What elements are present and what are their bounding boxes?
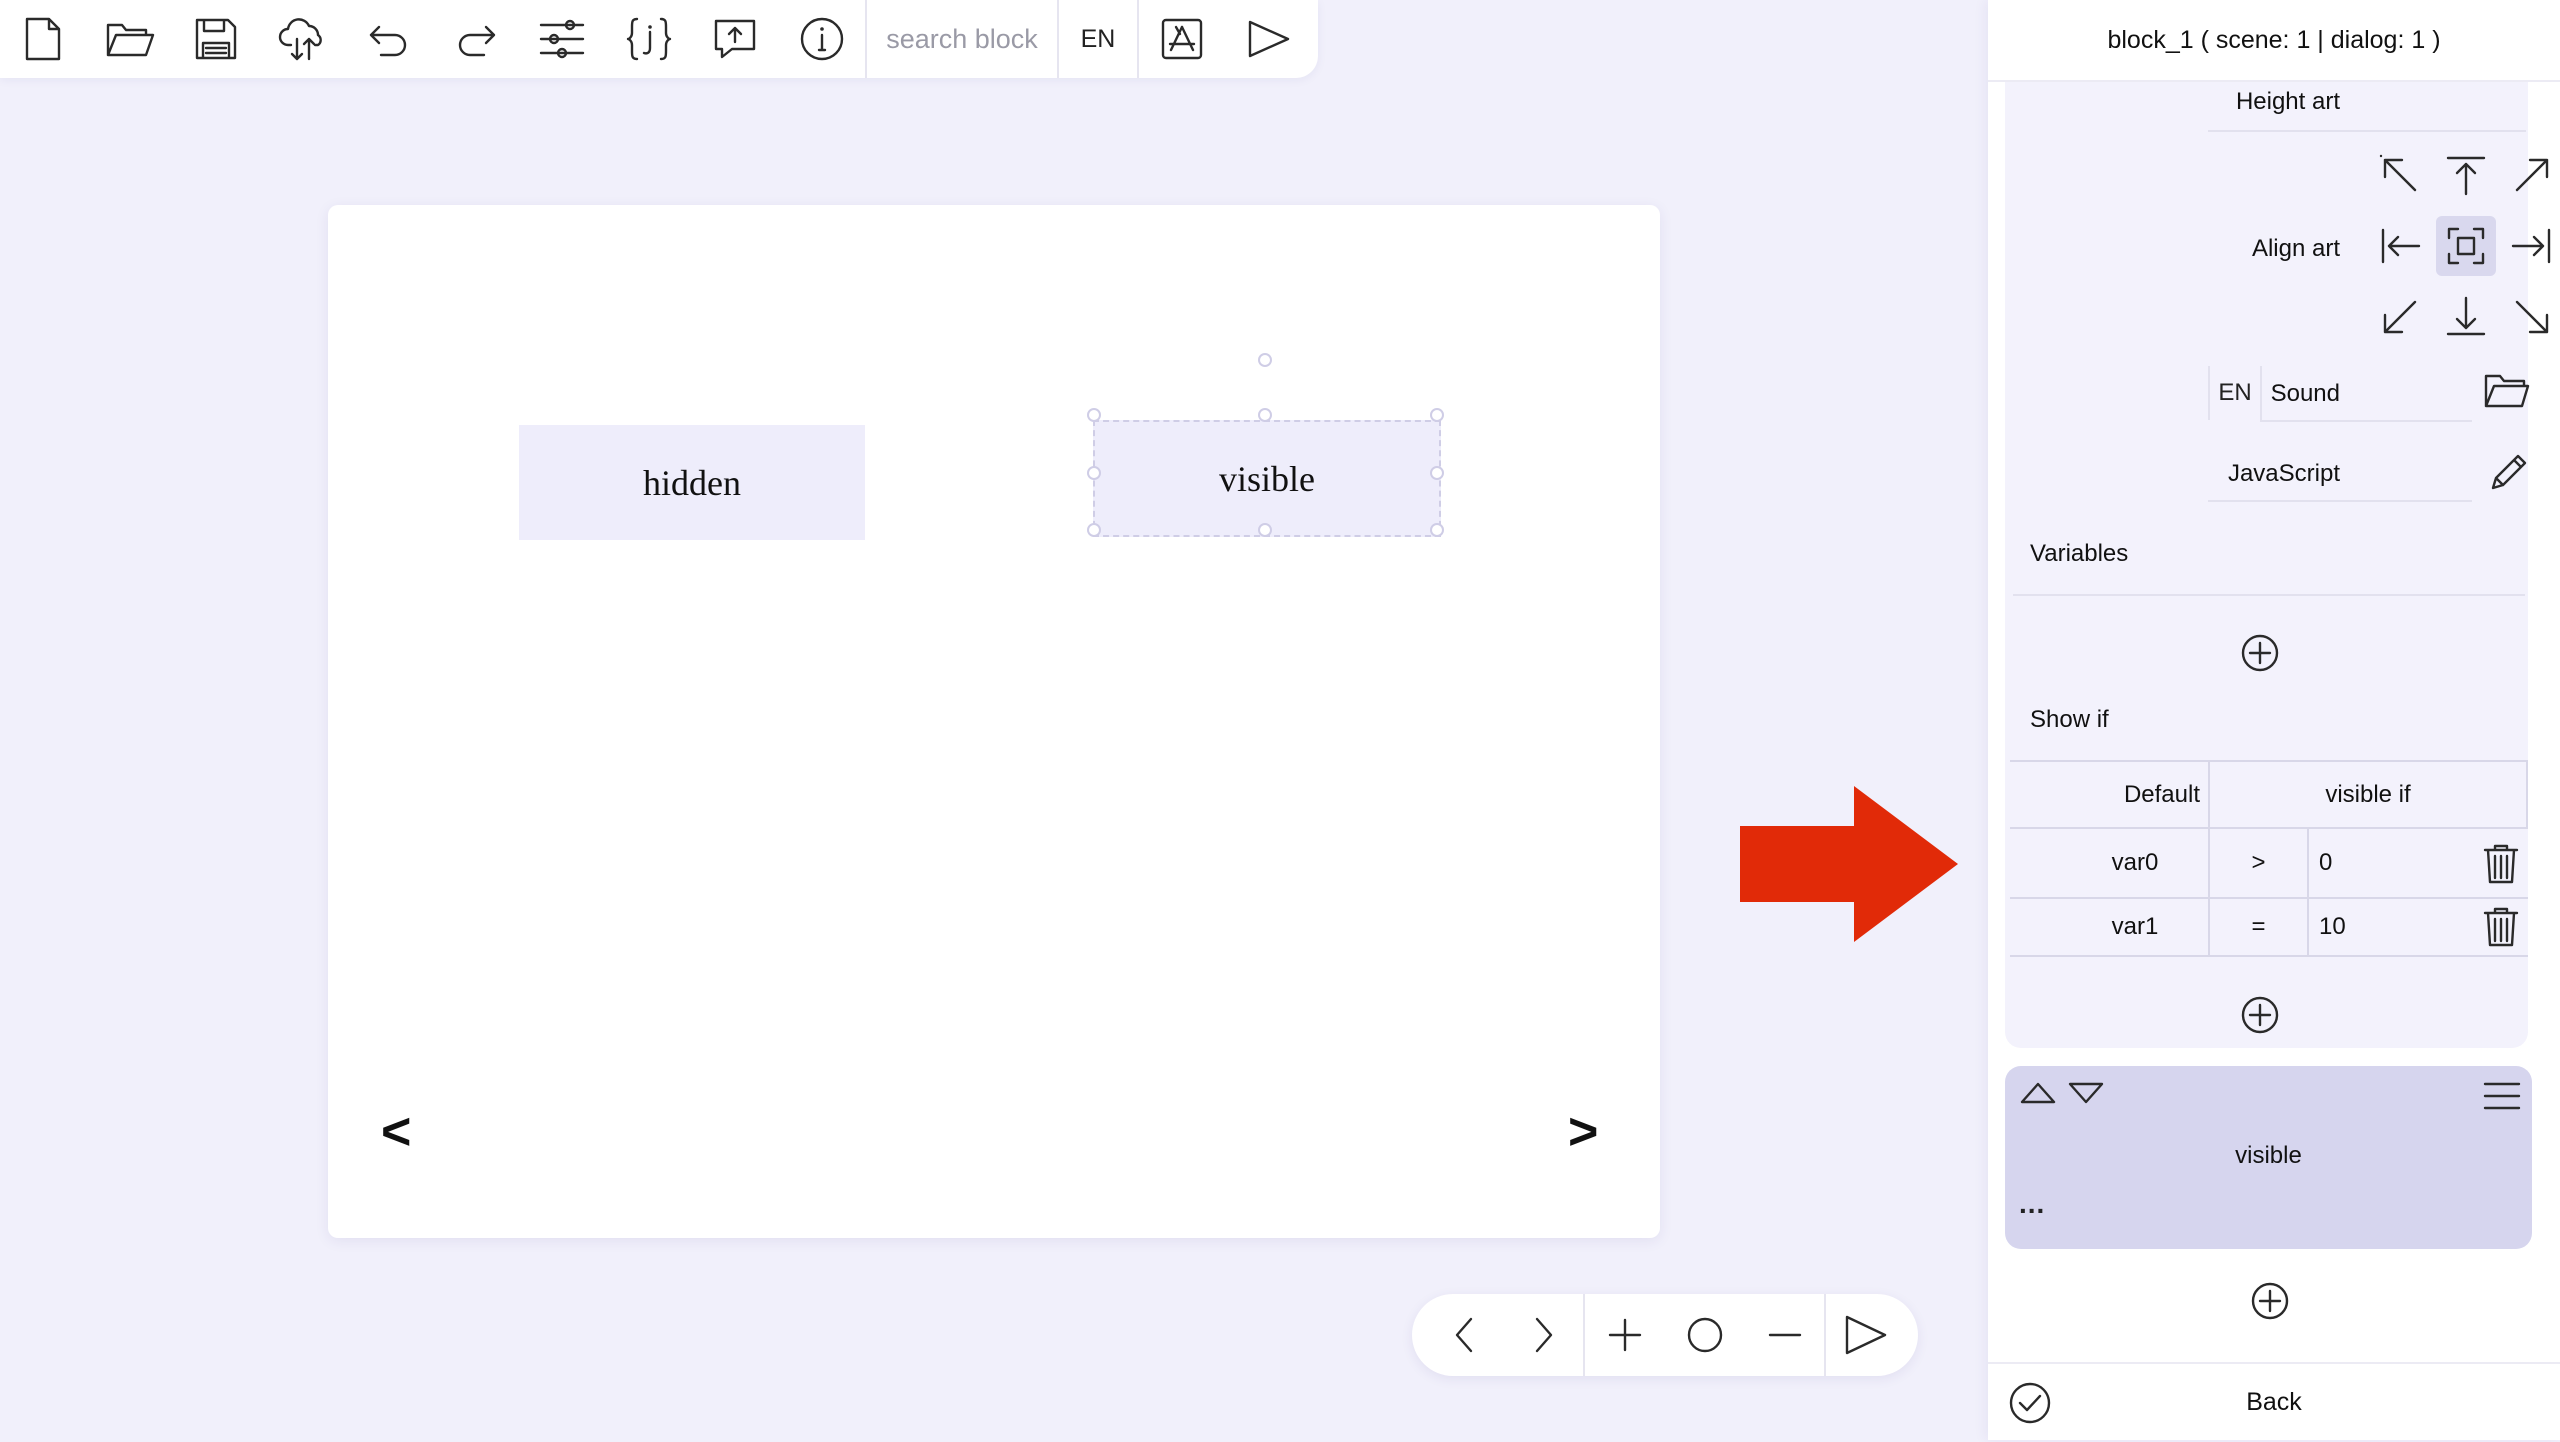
align-top-right-icon[interactable] bbox=[2501, 146, 2560, 206]
sound-label: Sound bbox=[2270, 380, 2340, 407]
move-up-icon[interactable] bbox=[2019, 1080, 2057, 1106]
scene-canvas[interactable]: hidden visible < > bbox=[328, 205, 1660, 1238]
back-icon[interactable] bbox=[1424, 1294, 1504, 1376]
condition-operator[interactable]: = bbox=[2210, 899, 2307, 955]
variables-divider bbox=[2013, 594, 2525, 596]
block-properties-card: Height art Align art Sound EN JavaScript… bbox=[2005, 82, 2551, 1048]
resize-handle[interactable] bbox=[1258, 408, 1272, 422]
resize-handle[interactable] bbox=[1430, 523, 1444, 537]
align-left-icon[interactable] bbox=[2371, 216, 2431, 276]
variables-label: Variables bbox=[2030, 540, 2129, 567]
table-border bbox=[2526, 760, 2528, 829]
javascript-field[interactable] bbox=[2208, 500, 2472, 502]
undo-icon[interactable] bbox=[346, 0, 433, 78]
block-visible-selected[interactable]: visible bbox=[1093, 420, 1441, 537]
table-border bbox=[2010, 955, 2528, 957]
align-bottom-right-icon[interactable] bbox=[2501, 286, 2560, 346]
align-right-icon[interactable] bbox=[2501, 216, 2560, 276]
settings-sliders-icon[interactable] bbox=[519, 0, 606, 78]
resize-handle[interactable] bbox=[1430, 466, 1444, 480]
condition-value[interactable]: 10 bbox=[2319, 899, 2469, 955]
next-scene-button[interactable]: > bbox=[1568, 1102, 1598, 1162]
resize-handle[interactable] bbox=[1087, 523, 1101, 537]
forward-icon[interactable] bbox=[1504, 1294, 1584, 1376]
play-icon[interactable] bbox=[1826, 1294, 1906, 1376]
top-toolbar: search block EN bbox=[0, 0, 1318, 78]
panel-header: block_1 ( scene: 1 | dialog: 1 ) bbox=[1988, 0, 2560, 82]
open-folder-icon[interactable] bbox=[87, 0, 174, 78]
open-folder-icon[interactable] bbox=[2483, 370, 2531, 410]
sound-language-selector[interactable]: EN bbox=[2208, 366, 2262, 420]
align-top-left-icon[interactable] bbox=[2371, 146, 2431, 206]
condition-value[interactable]: 0 bbox=[2319, 829, 2469, 897]
back-button[interactable]: Back bbox=[1988, 1388, 2560, 1417]
condition-operator[interactable]: > bbox=[2210, 829, 2307, 897]
align-bottom-left-icon[interactable] bbox=[2371, 286, 2431, 346]
red-arrow-annotation bbox=[1740, 786, 1958, 942]
visible-if-header: visible if bbox=[2325, 780, 2411, 808]
block-hidden[interactable]: hidden bbox=[519, 425, 865, 540]
height-art-field[interactable] bbox=[2208, 130, 2526, 132]
search-block-input[interactable]: search block bbox=[867, 0, 1057, 78]
zoom-out-icon[interactable] bbox=[1745, 1294, 1825, 1376]
default-header: Default bbox=[2123, 780, 2200, 808]
condition-var[interactable]: var1 bbox=[2010, 899, 2200, 955]
show-if-label: Show if bbox=[2030, 706, 2109, 733]
block-label: visible bbox=[1219, 458, 1315, 499]
sound-field[interactable] bbox=[2260, 420, 2472, 422]
edit-pencil-icon[interactable] bbox=[2487, 450, 2531, 494]
more-options-button[interactable]: ... bbox=[2019, 1188, 2045, 1220]
prev-scene-button[interactable]: < bbox=[381, 1102, 411, 1162]
align-art-label: Align art bbox=[2251, 235, 2340, 262]
javascript-label: JavaScript bbox=[2227, 460, 2340, 487]
language-selector[interactable]: EN bbox=[1059, 0, 1137, 78]
info-icon[interactable] bbox=[779, 0, 866, 78]
resize-handle[interactable] bbox=[1258, 523, 1272, 537]
properties-panel: block_1 ( scene: 1 | dialog: 1 ) Height … bbox=[1988, 0, 2560, 1440]
move-down-icon[interactable] bbox=[2067, 1080, 2105, 1106]
add-condition-button[interactable] bbox=[2240, 995, 2280, 1035]
block-label: hidden bbox=[643, 462, 741, 503]
zoom-toolbar bbox=[1412, 1294, 1918, 1376]
menu-icon[interactable] bbox=[2483, 1080, 2521, 1112]
redo-icon[interactable] bbox=[433, 0, 520, 78]
play-icon[interactable] bbox=[1226, 0, 1313, 78]
condition-var[interactable]: var0 bbox=[2010, 829, 2200, 897]
zoom-reset-icon[interactable] bbox=[1665, 1294, 1745, 1376]
delete-condition-icon[interactable] bbox=[2483, 844, 2519, 884]
rotate-handle[interactable] bbox=[1258, 353, 1272, 367]
action-text: visible bbox=[2235, 1142, 2302, 1169]
variables-braces-icon[interactable] bbox=[606, 0, 693, 78]
resize-handle[interactable] bbox=[1087, 466, 1101, 480]
align-top-icon[interactable] bbox=[2436, 146, 2496, 206]
save-icon[interactable] bbox=[173, 0, 260, 78]
export-message-icon[interactable] bbox=[692, 0, 779, 78]
delete-condition-icon[interactable] bbox=[2483, 907, 2519, 947]
add-action-button[interactable] bbox=[2250, 1281, 2290, 1321]
action-card[interactable]: visible ... bbox=[2005, 1066, 2532, 1249]
table-border bbox=[2307, 829, 2309, 957]
align-center-icon[interactable] bbox=[2436, 216, 2496, 276]
panel-title: block_1 ( scene: 1 | dialog: 1 ) bbox=[2107, 25, 2441, 54]
align-bottom-icon[interactable] bbox=[2436, 286, 2496, 346]
add-variable-button[interactable] bbox=[2240, 633, 2280, 673]
app-store-icon[interactable] bbox=[1139, 0, 1226, 78]
height-art-label: Height art bbox=[2235, 88, 2340, 115]
panel-footer: Back bbox=[1988, 1362, 2560, 1442]
new-file-icon[interactable] bbox=[0, 0, 87, 78]
cloud-sync-icon[interactable] bbox=[260, 0, 347, 78]
resize-handle[interactable] bbox=[1087, 408, 1101, 422]
zoom-in-icon[interactable] bbox=[1585, 1294, 1665, 1376]
resize-handle[interactable] bbox=[1430, 408, 1444, 422]
